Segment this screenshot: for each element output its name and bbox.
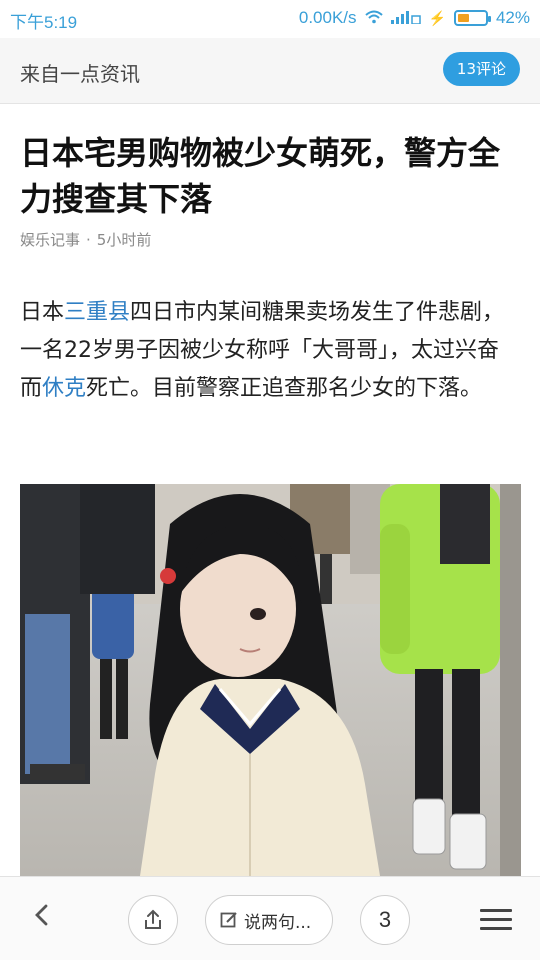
- battery-icon: [453, 10, 491, 26]
- article-meta: 娱乐记事 · 5小时前: [20, 229, 151, 250]
- bottom-toolbar: 说两句... 3: [0, 876, 540, 960]
- meta-separator: ·: [86, 231, 91, 249]
- comment-count-button[interactable]: 3: [360, 895, 410, 945]
- comment-input[interactable]: 说两句...: [205, 895, 333, 945]
- menu-icon-line: [480, 917, 512, 921]
- chevron-left-icon: [35, 904, 48, 926]
- status-time: 下午5:19: [10, 13, 78, 32]
- status-right: 0.00K/s ⚡ 42%: [299, 8, 530, 28]
- wifi-icon: [364, 10, 383, 27]
- menu-button[interactable]: [480, 903, 512, 935]
- article-body: 日本三重县四日市内某间糖果卖场发生了件悲剧，一名22岁男子因被少女称呼「大哥哥」…: [20, 294, 520, 408]
- photo-illustration: [20, 484, 521, 876]
- source-header: 来自一点资讯 13评论: [0, 38, 540, 104]
- signal-icon: [390, 10, 421, 27]
- charging-icon: ⚡: [428, 9, 446, 26]
- article-category[interactable]: 娱乐记事: [20, 231, 80, 249]
- article-title: 日本宅男购物被少女萌死，警方全力搜查其下落: [20, 134, 501, 218]
- back-button[interactable]: [24, 899, 60, 939]
- article-time: 5小时前: [96, 231, 152, 249]
- comment-placeholder: 说两句...: [244, 912, 312, 933]
- share-button[interactable]: [128, 895, 178, 945]
- body-text-1: 日本: [20, 300, 65, 325]
- battery-percent: 42%: [495, 8, 530, 27]
- edit-icon: [220, 912, 237, 928]
- keyword-link-mie[interactable]: 三重县: [64, 300, 130, 325]
- keyword-link-shock[interactable]: 休克: [42, 376, 86, 401]
- status-bar: 下午5:19 0.00K/s ⚡ 42%: [0, 0, 540, 38]
- body-text-3: 死亡。目前警察正追查那名少女的下落。: [86, 376, 483, 401]
- share-icon: [145, 909, 161, 929]
- article-photo[interactable]: [20, 484, 521, 876]
- battery-fill: [457, 14, 469, 22]
- source-name: 来自一点资讯: [20, 62, 140, 86]
- menu-icon: [480, 908, 512, 912]
- menu-icon-line: [480, 926, 512, 930]
- network-speed: 0.00K/s: [298, 8, 357, 27]
- comments-button[interactable]: 13评论: [442, 52, 520, 86]
